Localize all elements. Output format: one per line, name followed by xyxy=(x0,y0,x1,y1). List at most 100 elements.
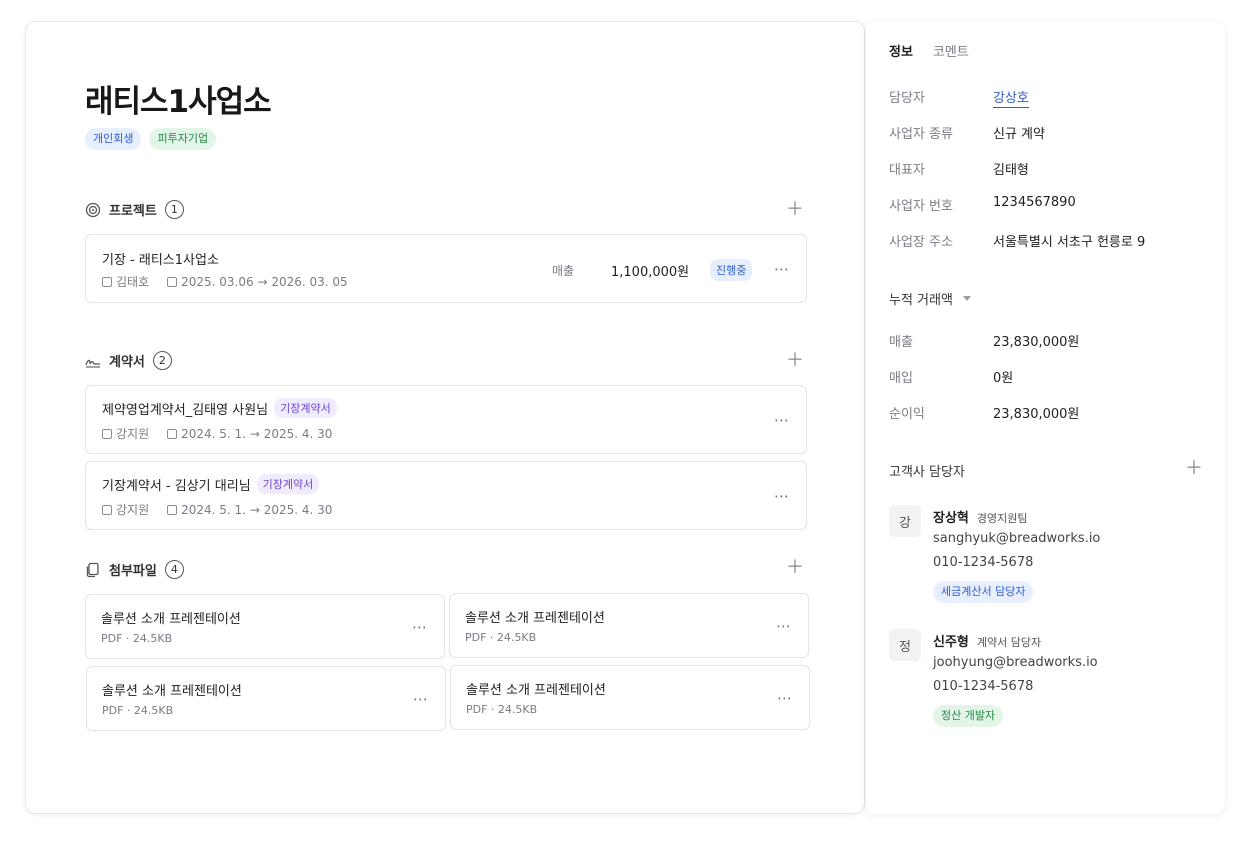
attachments-title: 첨부파일 xyxy=(109,564,157,579)
totals-toggle[interactable]: 누적 거래액 xyxy=(889,289,971,308)
projects-title: 프로젝트 xyxy=(109,204,157,219)
calendar-icon xyxy=(167,428,178,439)
avatar: 강 xyxy=(889,505,921,537)
contact-role: 계약서 담당자 xyxy=(976,636,1042,649)
company-badges: 개인회생 피투자기업 xyxy=(85,128,217,150)
file-copy-icon xyxy=(86,562,99,577)
contact-tag: 정산 개발자 xyxy=(933,705,1004,727)
calendar-icon xyxy=(167,504,178,515)
person-icon xyxy=(102,504,112,515)
contact-email[interactable]: sanghyuk@breadworks.io xyxy=(933,531,1100,546)
contract-person: 강지원 xyxy=(116,503,150,517)
info-value-business-number: 1234567890 xyxy=(993,195,1076,210)
avatar: 정 xyxy=(889,629,921,661)
signature-icon xyxy=(85,359,100,368)
contact-email[interactable]: joohyung@breadworks.io xyxy=(933,655,1098,670)
attachment-meta: PDF · 24.5KB xyxy=(465,631,537,644)
chevron-down-icon xyxy=(962,295,971,301)
project-period: 2025. 03.06 → 2026. 03. 05 xyxy=(181,274,348,289)
status-badge: 진행중 xyxy=(710,259,753,281)
more-options-icon[interactable]: ⋯ xyxy=(776,619,792,634)
contract-tag: 기장계약서 xyxy=(256,474,320,494)
add-project-button[interactable]: ＋ xyxy=(786,201,804,219)
totals-label-purchase: 매입 xyxy=(889,371,913,386)
contact-role: 경영지원팀 xyxy=(976,512,1028,525)
contracts-count: 2 xyxy=(152,351,172,370)
attachment-name: 솔루션 소개 프레젠테이션 xyxy=(101,612,241,627)
totals-label-revenue: 매출 xyxy=(889,335,913,350)
project-person: 김태호 xyxy=(116,275,150,289)
add-contract-button[interactable]: ＋ xyxy=(786,352,804,370)
contract-period: 2024. 5. 1. → 2025. 4. 30 xyxy=(181,426,333,441)
attachment-card[interactable]: 솔루션 소개 프레젠테이션 PDF · 24.5KB ⋯ xyxy=(449,593,809,658)
side-panel: 정보 코멘트 담당자 강상호 사업자 종류 신규 계약 대표자 김태형 사업자 … xyxy=(866,21,1225,814)
person-icon xyxy=(102,428,112,439)
more-options-icon[interactable]: ⋯ xyxy=(774,413,790,428)
add-contact-button[interactable]: ＋ xyxy=(1185,460,1203,478)
project-card[interactable]: 기장 - 래티스1사업소 김태호 2025. 03.06 → 2026. 03.… xyxy=(85,234,807,303)
more-options-icon[interactable]: ⋯ xyxy=(777,691,793,706)
attachment-name: 솔루션 소개 프레젠테이션 xyxy=(465,611,605,626)
info-value-representative: 김태형 xyxy=(993,163,1029,178)
person-icon xyxy=(102,276,112,287)
contact-header: 신주형 계약서 담당자 xyxy=(933,631,1041,650)
contact-phone[interactable]: 010-1234-5678 xyxy=(933,679,1033,694)
badge-personal-rehabilitation: 개인회생 xyxy=(85,128,142,150)
attachment-meta: PDF · 24.5KB xyxy=(466,703,538,716)
calendar-icon xyxy=(167,276,178,287)
attachment-meta: PDF · 24.5KB xyxy=(101,632,173,645)
contract-period: 2024. 5. 1. → 2025. 4. 30 xyxy=(181,502,333,517)
badge-invested-company: 피투자기업 xyxy=(149,128,217,150)
contacts-title: 고객사 담당자 xyxy=(889,465,965,480)
contract-title-row: 기장계약서 - 김상기 대리님 기장계약서 xyxy=(102,474,320,494)
info-label-address: 사업장 주소 xyxy=(889,235,953,250)
contact-phone[interactable]: 010-1234-5678 xyxy=(933,555,1033,570)
contract-title: 기장계약서 - 김상기 대리님 xyxy=(102,478,251,494)
totals-title: 누적 거래액 xyxy=(889,293,953,308)
target-icon xyxy=(85,202,101,217)
contracts-header: 계약서 2 xyxy=(85,351,172,370)
revenue-label: 매출 xyxy=(552,264,575,278)
attachment-card[interactable]: 솔루션 소개 프레젠테이션 PDF · 24.5KB ⋯ xyxy=(85,594,445,659)
contract-title: 제약영업계약서_김태영 사원님 xyxy=(102,402,269,418)
projects-header: 프로젝트 1 xyxy=(85,200,184,219)
info-value-address: 서울특별시 서초구 헌릉로 9 xyxy=(993,235,1146,250)
contact-name: 장상혁 xyxy=(933,511,969,526)
contract-card[interactable]: 제약영업계약서_김태영 사원님 기장계약서 강지원 2024. 5. 1. → … xyxy=(85,385,807,454)
info-label-manager: 담당자 xyxy=(889,91,925,106)
attachments-count: 4 xyxy=(164,560,184,579)
totals-value-net-profit: 23,830,000원 xyxy=(993,407,1080,422)
attachment-card[interactable]: 솔루션 소개 프레젠테이션 PDF · 24.5KB ⋯ xyxy=(86,666,446,731)
info-label-representative: 대표자 xyxy=(889,163,925,178)
projects-count: 1 xyxy=(164,200,184,219)
info-label-business-number: 사업자 번호 xyxy=(889,199,953,214)
add-attachment-button[interactable]: ＋ xyxy=(786,559,804,577)
attachment-name: 솔루션 소개 프레젠테이션 xyxy=(466,683,606,698)
more-options-icon[interactable]: ⋯ xyxy=(413,692,429,707)
main-panel: 래티스1사업소 개인회생 피투자기업 프로젝트 1 ＋ 기장 - 래티스1사업소… xyxy=(25,21,865,814)
totals-value-purchase: 0원 xyxy=(993,371,1014,386)
more-options-icon[interactable]: ⋯ xyxy=(774,489,790,504)
info-label-business-type: 사업자 종류 xyxy=(889,127,953,142)
contract-title-row: 제약영업계약서_김태영 사원님 기장계약서 xyxy=(102,398,337,418)
contract-card[interactable]: 기장계약서 - 김상기 대리님 기장계약서 강지원 2024. 5. 1. → … xyxy=(85,461,807,530)
attachment-card[interactable]: 솔루션 소개 프레젠테이션 PDF · 24.5KB ⋯ xyxy=(450,665,810,730)
contract-meta: 강지원 2024. 5. 1. → 2025. 4. 30 xyxy=(102,425,332,442)
totals-value-revenue: 23,830,000원 xyxy=(993,335,1080,350)
contact-tag: 세금계산서 담당자 xyxy=(933,581,1034,603)
attachment-meta: PDF · 24.5KB xyxy=(102,704,174,717)
contact-name: 신주형 xyxy=(933,635,969,650)
tab-comments[interactable]: 코멘트 xyxy=(933,41,969,60)
side-tabs: 정보 코멘트 xyxy=(889,41,969,60)
totals-label-net-profit: 순이익 xyxy=(889,407,925,422)
project-title: 기장 - 래티스1사업소 xyxy=(102,253,219,268)
info-value-business-type: 신규 계약 xyxy=(993,127,1045,142)
more-options-icon[interactable]: ⋯ xyxy=(412,620,428,635)
attachment-name: 솔루션 소개 프레젠테이션 xyxy=(102,684,242,699)
more-options-icon[interactable]: ⋯ xyxy=(774,262,790,277)
tab-info[interactable]: 정보 xyxy=(889,41,913,60)
project-meta: 김태호 2025. 03.06 → 2026. 03. 05 xyxy=(102,273,348,290)
attachments-header: 첨부파일 4 xyxy=(85,560,184,579)
contract-tag: 기장계약서 xyxy=(274,398,337,418)
info-value-manager[interactable]: 강상호 xyxy=(993,87,1029,108)
